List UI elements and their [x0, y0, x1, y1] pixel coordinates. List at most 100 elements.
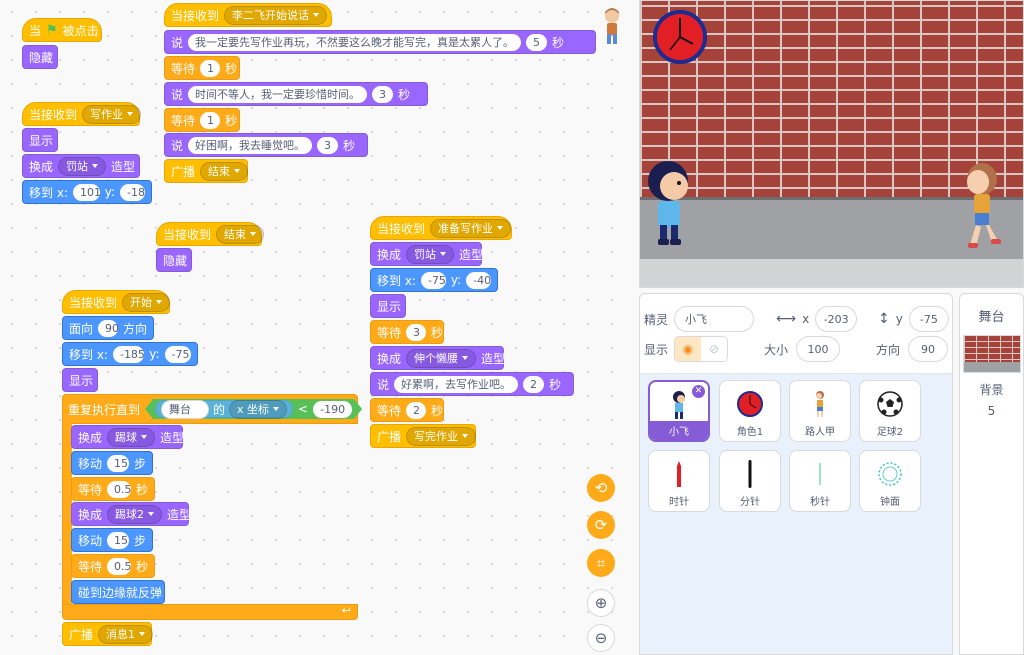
eye-open-icon[interactable]: ◉: [675, 337, 702, 361]
direction-input[interactable]: 90: [908, 336, 949, 362]
secs-input[interactable]: 3: [317, 136, 339, 154]
wait-block[interactable]: 等待 1 秒: [164, 56, 240, 80]
say-for-secs-block[interactable]: 说 好累啊，去写作业吧。 2 秒: [370, 372, 574, 396]
sprite-tile[interactable]: 时针: [648, 450, 710, 512]
y-input[interactable]: -75: [164, 345, 191, 363]
when-receive-start-block[interactable]: 当接收到 开始: [62, 290, 171, 314]
sprite-name-input[interactable]: 小飞: [674, 306, 755, 332]
broadcast-dropdown[interactable]: 写完作业: [406, 426, 477, 446]
bounce-on-edge-block[interactable]: 碰到边缘就反弹: [71, 580, 165, 604]
stage-pane[interactable]: 舞台 背景 5: [959, 293, 1024, 655]
wait-secs-input[interactable]: 3: [406, 323, 427, 341]
message-dropdown[interactable]: 李二飞开始说话: [224, 5, 328, 25]
clock-sprite[interactable]: [652, 9, 708, 65]
goto-xy-block[interactable]: 移到 x: -185 y: -75: [62, 342, 198, 366]
when-receive-prep-block[interactable]: 当接收到 准备写作业: [370, 216, 512, 240]
less-than-operator[interactable]: 舞台 的 x 坐标 < -190: [145, 399, 362, 419]
wait-block[interactable]: 等待 0.5 秒: [71, 477, 155, 501]
x-input[interactable]: 101: [72, 183, 101, 201]
size-input[interactable]: 100: [796, 336, 841, 362]
y-input[interactable]: -18: [120, 183, 145, 201]
secs-input[interactable]: 5: [526, 33, 548, 51]
sensing-property-dropdown[interactable]: x 坐标: [229, 400, 287, 419]
sprite-tile[interactable]: 角色1: [719, 380, 781, 442]
switch-costume-block[interactable]: 换成 伸个懒腰 造型: [370, 346, 505, 370]
clean-up-icon[interactable]: ⌗: [587, 549, 615, 577]
say-for-secs-block[interactable]: 说 好困啊，我去睡觉吧。 3 秒: [164, 133, 368, 157]
sprite-tile[interactable]: 分针: [719, 450, 781, 512]
broadcast-block[interactable]: 广播 写完作业: [370, 424, 477, 448]
secs-input[interactable]: 3: [372, 85, 394, 103]
y-input[interactable]: -40: [466, 271, 491, 289]
sprite-tile[interactable]: 路人甲: [789, 380, 851, 442]
x-input[interactable]: -185: [112, 345, 145, 363]
switch-costume-block[interactable]: 换成 罚站 造型: [22, 154, 140, 178]
steps-input[interactable]: 15: [107, 531, 129, 549]
costume-dropdown[interactable]: 踢球: [107, 427, 156, 447]
x-input[interactable]: -75: [420, 271, 446, 289]
when-receive-talk-block[interactable]: 当接收到 李二飞开始说话: [164, 3, 332, 27]
wait-block[interactable]: 等待 2 秒: [370, 398, 444, 422]
wait-secs-input[interactable]: 0.5: [107, 557, 132, 575]
backdrop-thumbnail[interactable]: [962, 335, 1021, 373]
sensing-target-dropdown[interactable]: 舞台: [161, 400, 209, 419]
boy-sprite[interactable]: [644, 159, 694, 247]
hide-block[interactable]: 隐藏: [156, 248, 192, 272]
switch-costume-block[interactable]: 换成 踢球 造型: [71, 425, 184, 449]
sprite-tile[interactable]: 秒针: [789, 450, 851, 512]
sprite-tile[interactable]: 足球2: [859, 380, 921, 442]
broadcast-block[interactable]: 广播 消息1: [62, 622, 154, 646]
point-direction-block[interactable]: 面向 90 方向: [62, 316, 154, 340]
show-block[interactable]: 显示: [370, 294, 406, 318]
when-receive-end-block[interactable]: 当接收到 结束: [156, 222, 265, 246]
code-area[interactable]: 当 ⚑ 被点击 隐藏 当接收到 写作业 显示 换成 罚站 造型 移到 x: 10…: [0, 0, 632, 655]
say-for-secs-block[interactable]: 说 时间不等人，我一定要珍惜时间。 3 秒: [164, 82, 428, 106]
wait-block[interactable]: 等待 3 秒: [370, 320, 444, 344]
visibility-toggle[interactable]: ◉ ⊘: [674, 336, 729, 362]
sensing-of-reporter[interactable]: 舞台 的 x 坐标: [155, 400, 293, 418]
wait-secs-input[interactable]: 1: [200, 111, 221, 129]
girl-sprite[interactable]: [958, 161, 1004, 251]
goto-xy-block[interactable]: 移到 x: 101 y: -18: [22, 180, 152, 204]
broadcast-dropdown[interactable]: 结束: [200, 161, 249, 181]
message-dropdown[interactable]: 准备写作业: [430, 218, 512, 238]
say-for-secs-block[interactable]: 说 我一定要先写作业再玩，不然要这么晚才能写完，真是太累人了。 5 秒: [164, 30, 596, 54]
move-steps-block[interactable]: 移动 15 步: [71, 451, 153, 475]
wait-secs-input[interactable]: 0.5: [107, 480, 132, 498]
eye-closed-icon[interactable]: ⊘: [701, 337, 728, 361]
message-dropdown[interactable]: 开始: [122, 292, 171, 312]
show-block[interactable]: 显示: [62, 368, 98, 392]
costume-dropdown[interactable]: 踢球2: [107, 504, 163, 524]
when-flag-clicked-block[interactable]: 当 ⚑ 被点击: [22, 18, 102, 42]
y-position-input[interactable]: -75: [908, 306, 949, 332]
move-steps-block[interactable]: 移动 15 步: [71, 528, 153, 552]
wait-secs-input[interactable]: 2: [406, 401, 427, 419]
hide-block[interactable]: 隐藏: [22, 45, 58, 69]
say-text-input[interactable]: 好困啊，我去睡觉吧。: [188, 136, 313, 154]
goto-xy-block[interactable]: 移到 x: -75 y: -40: [370, 268, 498, 292]
costume-dropdown[interactable]: 罚站: [58, 156, 107, 176]
wait-block[interactable]: 等待 0.5 秒: [71, 554, 155, 578]
sprite-tile[interactable]: ✕ 小飞: [648, 380, 710, 442]
switch-costume-block[interactable]: 换成 踢球2 造型: [71, 502, 191, 526]
wait-secs-input[interactable]: 1: [200, 59, 221, 77]
message-dropdown[interactable]: 写作业: [82, 104, 142, 124]
compare-value-input[interactable]: -190: [313, 401, 352, 418]
zoom-out-icon[interactable]: ⊖: [587, 624, 615, 652]
wait-block[interactable]: 等待 1 秒: [164, 108, 240, 132]
broadcast-block[interactable]: 广播 结束: [164, 159, 249, 183]
undo-icon[interactable]: ⟲: [587, 474, 615, 502]
redo-icon[interactable]: ⟳: [587, 511, 615, 539]
when-receive-homework-block[interactable]: 当接收到 写作业: [22, 102, 142, 126]
costume-dropdown[interactable]: 伸个懒腰: [406, 348, 477, 368]
sprite-tile[interactable]: 钟面: [859, 450, 921, 512]
stage[interactable]: [639, 0, 1024, 288]
say-text-input[interactable]: 时间不等人，我一定要珍惜时间。: [188, 85, 368, 103]
broadcast-dropdown[interactable]: 消息1: [98, 624, 154, 644]
costume-dropdown[interactable]: 罚站: [406, 244, 455, 264]
switch-costume-block[interactable]: 换成 罚站 造型: [370, 242, 483, 266]
zoom-in-icon[interactable]: ⊕: [587, 589, 615, 617]
secs-input[interactable]: 2: [523, 375, 545, 393]
x-position-input[interactable]: -203: [815, 306, 858, 332]
steps-input[interactable]: 15: [107, 454, 129, 472]
